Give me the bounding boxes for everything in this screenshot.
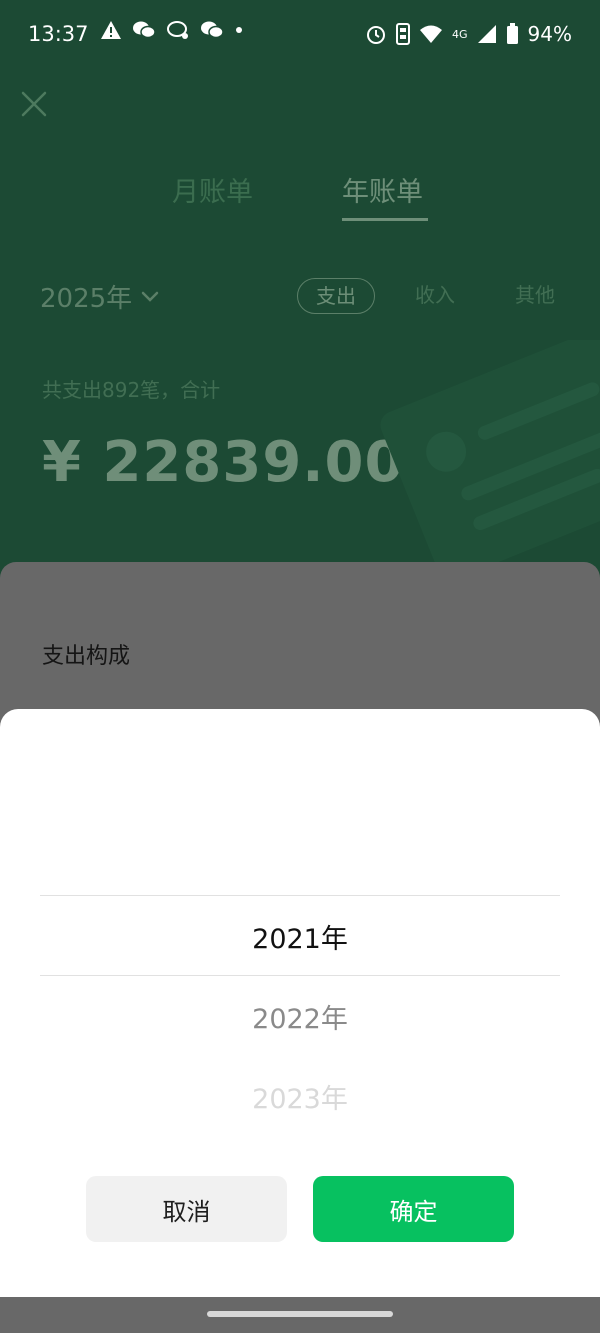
filter-expense[interactable]: 支出	[297, 278, 375, 314]
wechat-icon	[133, 21, 156, 39]
picker-option[interactable]: 2023年	[0, 1077, 600, 1116]
nfc-icon	[396, 23, 411, 45]
navigation-bar	[0, 1297, 600, 1333]
summary-caption: 共支出892笔，合计	[42, 378, 221, 402]
bill-tabs: 月账单 年账单	[0, 170, 600, 230]
picker-option[interactable]: 2022年	[0, 997, 600, 1036]
bill-header: 13:37 4G 94% 月账单 年账单 2025年 支出 收入 其他 共支出8…	[0, 0, 600, 600]
picker-option-selected[interactable]: 2021年	[0, 917, 600, 956]
battery-icon	[506, 23, 518, 44]
wifi-icon	[420, 25, 443, 43]
year-selector[interactable]: 2025年	[40, 278, 160, 315]
notification-icons	[100, 20, 244, 40]
alarm-icon	[367, 26, 386, 44]
dot-icon	[236, 27, 242, 33]
status-time: 13:37	[28, 22, 89, 46]
active-tab-indicator	[342, 218, 428, 221]
app-screen: 13:37 4G 94% 月账单 年账单 2025年 支出 收入 其他 共支出8…	[0, 0, 600, 1333]
chevron-down-icon	[141, 291, 159, 302]
system-status: 4G 94%	[365, 22, 572, 46]
warning-icon	[101, 21, 121, 39]
tab-monthly-bill[interactable]: 月账单	[172, 170, 253, 209]
signal-icon	[477, 25, 496, 43]
filter-row: 2025年 支出 收入 其他	[0, 278, 600, 318]
selected-year-label: 2025年	[40, 284, 133, 314]
status-bar: 13:37 4G 94%	[0, 0, 600, 72]
filter-other[interactable]: 其他	[515, 278, 555, 314]
home-indicator[interactable]	[207, 1311, 393, 1317]
section-title: 支出构成	[42, 644, 131, 669]
picker-divider	[40, 975, 560, 976]
wechat-icon	[201, 21, 224, 39]
cancel-button[interactable]: 取消	[86, 1176, 287, 1242]
filter-income[interactable]: 收入	[415, 278, 455, 314]
network-type: 4G	[452, 27, 468, 41]
close-icon[interactable]	[18, 88, 50, 120]
battery-level: 94%	[527, 22, 572, 46]
chat-bubble-icon	[167, 21, 188, 39]
confirm-button[interactable]: 确定	[313, 1176, 514, 1242]
tab-yearly-bill[interactable]: 年账单	[342, 170, 423, 209]
summary-amount: ¥ 22839.00	[42, 430, 405, 495]
bill-illustration-icon	[380, 340, 600, 570]
year-picker-sheet: 2021年 2022年 2023年 取消 确定	[0, 709, 600, 1297]
picker-divider	[40, 895, 560, 896]
